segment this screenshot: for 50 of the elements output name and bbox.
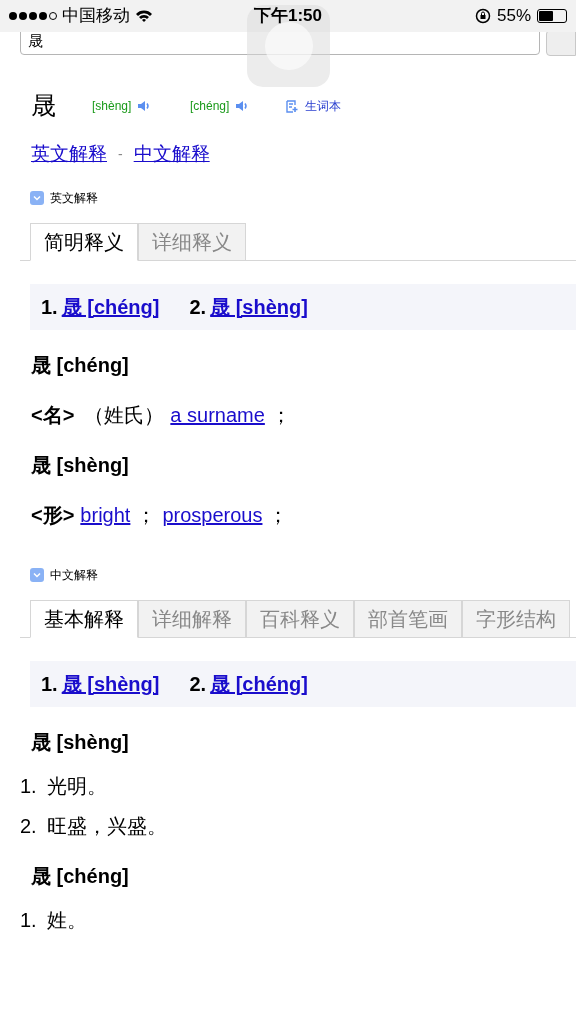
add-note-icon	[286, 99, 299, 113]
index-number: 1.	[41, 294, 58, 320]
entry-heading: 晟 [shèng]	[30, 452, 130, 478]
definition-text: ；	[136, 502, 157, 528]
section-link[interactable]: 中文解释	[133, 140, 210, 169]
definition-text: ；	[268, 502, 289, 528]
speaker-icon[interactable]	[137, 100, 152, 112]
tab[interactable]: 基本解释	[30, 599, 138, 638]
section-title: 英文解释	[50, 189, 98, 207]
separator: -	[118, 144, 123, 164]
definition-text: 光明。	[46, 773, 107, 799]
definition-text: 旺盛，兴盛。	[46, 813, 167, 839]
collapse-toggle-icon[interactable]	[30, 190, 44, 205]
index-link[interactable]: 晟 [shèng]	[61, 668, 160, 699]
headword: 晟	[31, 90, 57, 122]
definition-text: 姓。	[46, 907, 87, 933]
wifi-icon	[135, 9, 153, 23]
clock-time: 下午1:50	[254, 5, 322, 28]
battery-percent: 55%	[496, 5, 531, 28]
entry-heading: 晟 [shèng]	[30, 729, 130, 755]
definition-link[interactable]: a surname	[170, 399, 265, 430]
pinyin: [shèng]	[92, 98, 132, 115]
index-link[interactable]: 晟 [chéng]	[210, 668, 308, 699]
entry-heading: 晟 [chéng]	[30, 863, 130, 889]
item-number: 1.	[20, 773, 37, 799]
definition-text: ；	[270, 402, 291, 428]
entry-heading: 晟 [chéng]	[30, 352, 130, 378]
item-number: 2.	[20, 813, 37, 839]
part-of-speech: <形>	[31, 502, 75, 528]
definition-link[interactable]: bright	[80, 499, 131, 530]
rotation-lock-icon	[474, 8, 491, 24]
pinyin: [chéng]	[190, 98, 230, 115]
item-number: 1.	[20, 907, 37, 933]
index-number: 1.	[41, 671, 58, 697]
assistive-touch-button[interactable]	[247, 5, 330, 87]
part-of-speech: <名>	[31, 402, 75, 428]
definition-link[interactable]: prosperous	[162, 499, 263, 530]
section-title: 中文解释	[50, 566, 98, 584]
section-link[interactable]: 英文解释	[31, 140, 107, 169]
battery-icon	[537, 9, 567, 23]
index-number: 2.	[189, 294, 207, 320]
index-link[interactable]: 晟 [shèng]	[210, 291, 308, 322]
speaker-icon[interactable]	[235, 100, 250, 112]
tab[interactable]: 简明释义	[30, 222, 138, 261]
index-link[interactable]: 晟 [chéng]	[61, 291, 160, 322]
definition-text: （姓氏）	[84, 402, 165, 428]
collapse-toggle-icon[interactable]	[30, 567, 44, 582]
wordbook-link[interactable]: 生词本	[286, 97, 341, 115]
index-number: 2.	[189, 671, 207, 697]
carrier-name: 中国移动	[62, 5, 130, 28]
